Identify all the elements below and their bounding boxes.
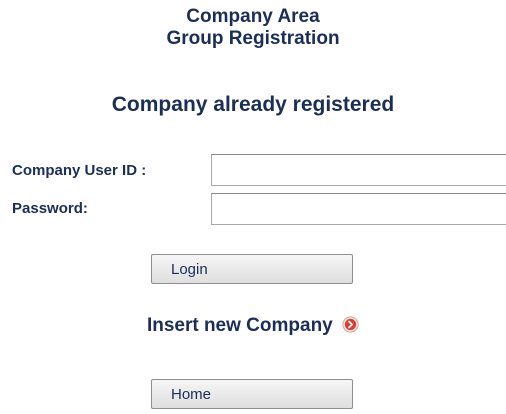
arrow-right-circle-icon[interactable]: [342, 316, 359, 333]
password-label: Password:: [12, 200, 88, 217]
page-title: Company Area: [186, 6, 320, 27]
company-user-id-input[interactable]: [211, 154, 506, 186]
page-subtitle: Group Registration: [166, 28, 340, 49]
login-button[interactable]: Login: [151, 254, 353, 284]
insert-new-company-label: Insert new Company: [146, 315, 333, 336]
home-button[interactable]: Home: [151, 379, 353, 409]
password-input[interactable]: [211, 193, 506, 225]
login-section-heading: Company already registered: [111, 93, 395, 116]
company-user-id-label: Company User ID :: [12, 162, 147, 179]
insert-new-company-link[interactable]: Insert new Company: [0, 315, 506, 337]
